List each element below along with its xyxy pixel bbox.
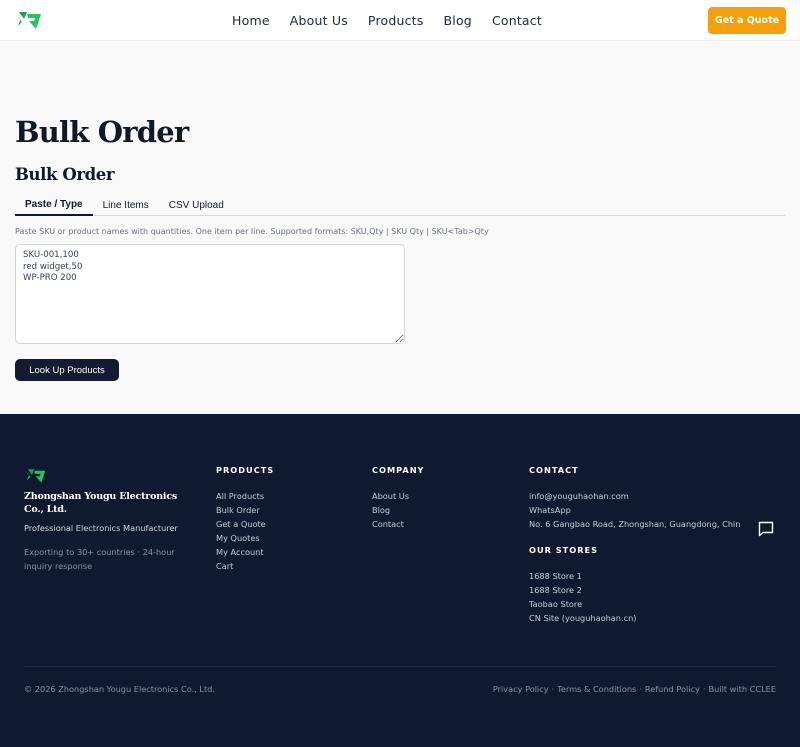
footer-contact-heading: CONTACT <box>529 465 579 475</box>
built-with-link[interactable]: Built with CCLEE <box>709 684 776 694</box>
footer-company-column: COMPANY About Us Blog Contact <box>372 465 424 531</box>
nav-about-us[interactable]: About Us <box>290 13 348 28</box>
site-footer: Zhongshan Yougu Electronics Co., Ltd. Pr… <box>0 414 800 747</box>
nav-blog[interactable]: Blog <box>444 13 472 28</box>
logo-icon[interactable] <box>14 10 42 30</box>
privacy-policy-link[interactable]: Privacy Policy <box>493 684 549 694</box>
footer-contact-column: CONTACT info@youguhaohan.com WhatsApp No… <box>529 465 747 625</box>
legal-separator: · <box>551 684 555 694</box>
tab-paste-type[interactable]: Paste / Type <box>15 195 93 216</box>
site-header: Home About Us Products Blog Contact Get … <box>0 0 800 41</box>
footer-products-heading: PRODUCTS <box>216 465 275 475</box>
footer-divider <box>24 666 776 667</box>
main-nav: Home About Us Products Blog Contact <box>232 0 562 41</box>
footer-link-1688-store-1[interactable]: 1688 Store 1 <box>529 569 747 583</box>
legal-separator: · <box>702 684 706 694</box>
footer-email-link[interactable]: info@youguhaohan.com <box>529 489 747 503</box>
footer-link-1688-store-2[interactable]: 1688 Store 2 <box>529 583 747 597</box>
tab-line-items[interactable]: Line Items <box>93 195 159 216</box>
nav-home[interactable]: Home <box>232 13 270 28</box>
footer-link-taobao-store[interactable]: Taobao Store <box>529 597 747 611</box>
footer-link-my-account[interactable]: My Account <box>216 545 274 559</box>
tab-csv-upload[interactable]: CSV Upload <box>159 195 234 216</box>
footer-tagline: Professional Electronics Manufacturer <box>24 523 178 533</box>
chat-bubble-icon[interactable] <box>757 520 775 538</box>
footer-products-column: PRODUCTS All Products Bulk Order Get a Q… <box>216 465 274 573</box>
footer-whatsapp-link[interactable]: WhatsApp <box>529 503 747 517</box>
footer-link-about-us[interactable]: About Us <box>372 489 424 503</box>
footer-company-name: Zhongshan Yougu Electronics Co., Ltd. <box>24 491 178 515</box>
footer-logo-icon[interactable] <box>24 467 46 484</box>
footer-link-get-a-quote[interactable]: Get a Quote <box>216 517 274 531</box>
footer-link-bulk-order[interactable]: Bulk Order <box>216 503 274 517</box>
terms-conditions-link[interactable]: Terms & Conditions <box>557 684 636 694</box>
footer-link-my-quotes[interactable]: My Quotes <box>216 531 274 545</box>
nav-products[interactable]: Products <box>368 13 424 28</box>
page-title: Bulk Order <box>15 115 189 149</box>
main-content: Bulk Order Bulk Order Paste / Type Line … <box>0 41 800 414</box>
refund-policy-link[interactable]: Refund Policy <box>645 684 700 694</box>
footer-legal-links: Privacy Policy · Terms & Conditions · Re… <box>493 684 776 694</box>
footer-description: Exporting to 30+ countries · 24-hour inq… <box>24 547 175 571</box>
get-a-quote-button[interactable]: Get a Quote <box>708 7 786 34</box>
footer-link-contact[interactable]: Contact <box>372 517 424 531</box>
footer-link-cn-site[interactable]: CN Site (youguhaohan.cn) <box>529 611 747 625</box>
footer-address: No. 6 Gangbao Road, Zhongshan, Guangdong… <box>529 519 741 529</box>
nav-contact[interactable]: Contact <box>492 13 542 28</box>
footer-stores-heading: OUR STORES <box>529 545 598 555</box>
look-up-products-button[interactable]: Look Up Products <box>15 359 119 381</box>
footer-company-heading: COMPANY <box>372 465 425 475</box>
format-hint: Paste SKU or product names with quantiti… <box>15 227 489 236</box>
footer-copyright: © 2026 Zhongshan Yougu Electronics Co., … <box>24 684 215 694</box>
footer-link-blog[interactable]: Blog <box>372 503 424 517</box>
footer-link-all-products[interactable]: All Products <box>216 489 274 503</box>
bulk-order-tabs: Paste / Type Line Items CSV Upload <box>15 195 785 216</box>
footer-link-cart[interactable]: Cart <box>216 559 274 573</box>
sku-textarea[interactable]: SKU-001,100 red widget,50 WP-PRO 200 <box>15 244 405 344</box>
section-title: Bulk Order <box>15 165 115 184</box>
legal-separator: · <box>639 684 642 694</box>
